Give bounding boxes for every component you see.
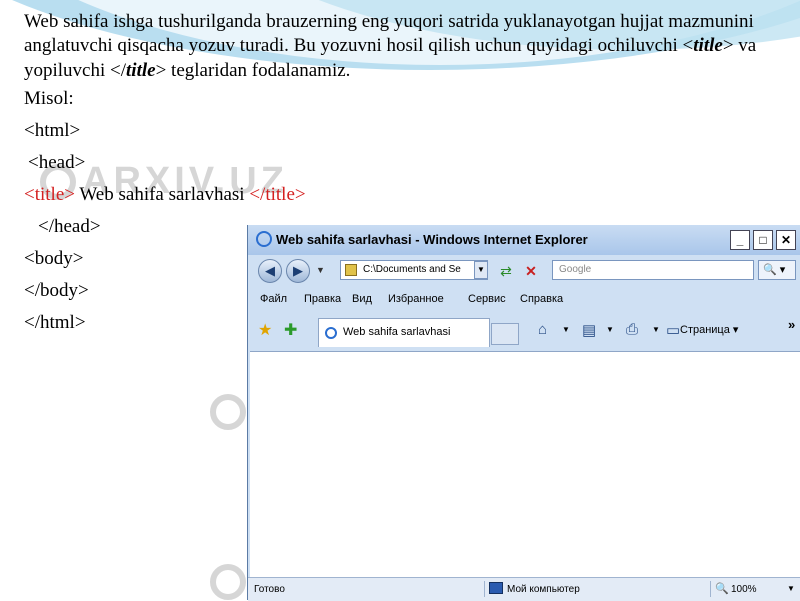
example-label: Misol: bbox=[24, 87, 74, 109]
title-text: Web sahifa sarlavhasi bbox=[74, 183, 250, 205]
search-button[interactable]: 🔍 ▾ bbox=[758, 260, 796, 280]
search-input[interactable]: Google bbox=[552, 260, 754, 280]
status-bar: Готово Мой компьютер 🔍 100% ▼ bbox=[248, 577, 800, 601]
menu-bar: Файл Правка Вид Избранное Сервис Справка bbox=[248, 289, 800, 311]
menu-tools[interactable]: Сервис bbox=[468, 293, 506, 305]
ie-logo-icon bbox=[256, 231, 272, 247]
address-bar[interactable]: C:\Documents and Se bbox=[340, 260, 488, 280]
new-tab-button[interactable] bbox=[491, 323, 519, 345]
zone-label: Мой компьютер bbox=[507, 584, 580, 595]
address-dropdown-button[interactable]: ▼ bbox=[474, 261, 488, 279]
close-button[interactable]: ✕ bbox=[776, 230, 796, 250]
tab-current[interactable]: Web sahifa sarlavhasi bbox=[318, 318, 490, 347]
zoom-icon: 🔍 bbox=[715, 583, 729, 595]
menu-file[interactable]: Файл bbox=[260, 293, 287, 305]
page-content-area[interactable] bbox=[250, 351, 800, 578]
page-menu-button[interactable]: Страница ▾ bbox=[680, 323, 738, 336]
computer-icon bbox=[489, 582, 503, 594]
title-close-tag: </title> bbox=[249, 183, 306, 205]
navigation-bar: ◀ ▶ ▼ C:\Documents and Se ▼ ⇄ ✕ Google 🔍… bbox=[248, 255, 800, 287]
tab-ie-icon bbox=[325, 327, 337, 339]
intro-paragraph: Web sahifa ishga tushurilganda brauzerni… bbox=[24, 11, 757, 81]
address-value: C:\Documents and Se bbox=[363, 264, 461, 275]
code-line-head-open: <head> bbox=[28, 151, 86, 173]
code-line-html-open: <html> bbox=[24, 119, 81, 141]
refresh-icon[interactable]: ⇄ bbox=[496, 261, 516, 281]
title-bar: Web sahifa sarlavhasi - Windows Internet… bbox=[248, 225, 800, 255]
zoom-dropdown-icon[interactable]: ▼ bbox=[787, 584, 795, 593]
title-open-tag: <title> bbox=[24, 183, 75, 205]
menu-help[interactable]: Справка bbox=[520, 293, 563, 305]
forward-button[interactable]: ▶ bbox=[286, 259, 310, 283]
menu-edit[interactable]: Правка bbox=[304, 293, 341, 305]
stop-icon[interactable]: ✕ bbox=[521, 261, 541, 281]
zoom-level: 100% bbox=[731, 584, 757, 595]
maximize-button[interactable]: □ bbox=[753, 230, 773, 250]
menu-view[interactable]: Вид bbox=[352, 293, 372, 305]
page-icon[interactable]: ▭ bbox=[666, 321, 680, 339]
folder-icon bbox=[345, 264, 357, 276]
favorites-star-icon[interactable]: ★ bbox=[258, 320, 272, 340]
ie-window: Web sahifa sarlavhasi - Windows Internet… bbox=[247, 225, 800, 601]
home-dropdown-icon[interactable]: ▼ bbox=[562, 325, 570, 334]
zoom-control[interactable]: 🔍 100% ▼ bbox=[710, 581, 799, 597]
back-button[interactable]: ◀ bbox=[258, 259, 282, 283]
feeds-dropdown-icon[interactable]: ▼ bbox=[606, 325, 614, 334]
home-icon[interactable]: ⌂ bbox=[538, 321, 547, 338]
security-zone: Мой компьютер bbox=[484, 581, 709, 597]
feeds-icon[interactable]: ▤ bbox=[582, 321, 596, 339]
print-dropdown-icon[interactable]: ▼ bbox=[652, 325, 660, 334]
status-text: Готово bbox=[254, 584, 285, 595]
window-title: Web sahifa sarlavhasi - Windows Internet… bbox=[276, 232, 588, 247]
tab-bar: ★ ✚ Web sahifa sarlavhasi ⌂ ▼ ▤ ▼ ⎙ ▼ ▭ … bbox=[248, 313, 800, 349]
print-icon[interactable]: ⎙ bbox=[626, 321, 638, 338]
code-line-title: <title> Web sahifa sarlavhasi </title> bbox=[24, 179, 784, 211]
history-dropdown-icon[interactable]: ▼ bbox=[316, 265, 325, 275]
menu-favorites[interactable]: Избранное bbox=[388, 293, 444, 305]
more-tools-chevron-icon[interactable]: » bbox=[788, 317, 795, 332]
add-favorite-icon[interactable]: ✚ bbox=[284, 320, 297, 340]
minimize-button[interactable]: _ bbox=[730, 230, 750, 250]
tab-label: Web sahifa sarlavhasi bbox=[343, 326, 451, 338]
